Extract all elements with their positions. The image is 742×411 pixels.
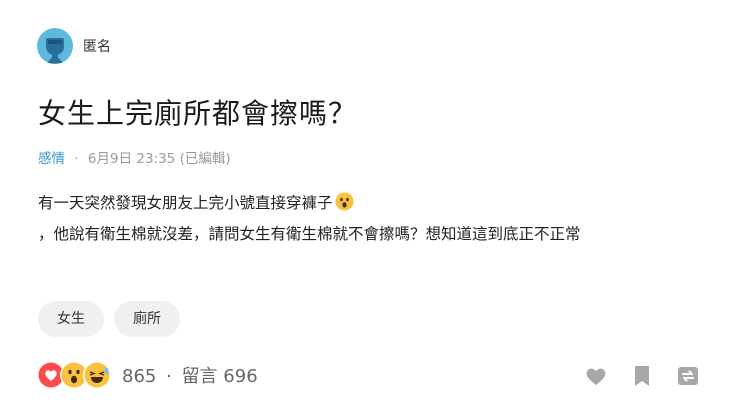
board-link[interactable]: 感情 xyxy=(38,151,65,167)
stats-separator: · xyxy=(166,366,172,387)
edited-label: (已編輯) xyxy=(179,151,231,167)
comments-label: 留言 xyxy=(181,366,218,387)
tag-chip[interactable]: 廁所 xyxy=(114,301,180,337)
post-title: 女生上完廁所都會擦嗎？ xyxy=(38,97,358,130)
share-icon[interactable] xyxy=(676,364,700,388)
like-count: 865 xyxy=(122,366,157,387)
post-meta: 感情 · 6月9日 23:35 (已編輯) xyxy=(38,147,231,167)
action-bar xyxy=(584,364,700,388)
body-text-line1: 有一天突然發現女朋友上完小號直接穿褲子 xyxy=(38,194,333,212)
tag-list: 女生 廁所 xyxy=(38,301,180,337)
author-row: 匿名 xyxy=(37,28,111,64)
laughing-reaction-icon xyxy=(83,361,111,389)
reaction-group[interactable] xyxy=(37,361,111,389)
post-stats: 865 · 留言 696 xyxy=(122,362,258,388)
bookmark-icon[interactable] xyxy=(630,364,654,388)
post-datetime: 6月9日 23:35 xyxy=(87,151,176,167)
body-text-line2: ，他說有衛生棉就沒差，請問女生有衛生棉就不會擦嗎？想知道這到底正不正常 xyxy=(38,225,581,243)
anonymous-user-icon[interactable] xyxy=(37,28,73,64)
author-name[interactable]: 匿名 xyxy=(83,36,111,56)
post-footer: 865 · 留言 696 xyxy=(37,361,258,389)
comment-count: 696 xyxy=(223,366,258,387)
surprised-face-emoji xyxy=(334,192,354,211)
tag-chip[interactable]: 女生 xyxy=(38,301,104,337)
meta-separator: · xyxy=(74,151,79,167)
post-body: 有一天突然發現女朋友上完小號直接穿褲子 ，他說有衛生棉就沒差，請問女生有衛生棉就… xyxy=(38,188,581,250)
body-line: ，他說有衛生棉就沒差，請問女生有衛生棉就不會擦嗎？想知道這到底正不正常 xyxy=(38,219,581,250)
body-line: 有一天突然發現女朋友上完小號直接穿褲子 xyxy=(38,188,581,219)
like-heart-icon[interactable] xyxy=(584,364,608,388)
